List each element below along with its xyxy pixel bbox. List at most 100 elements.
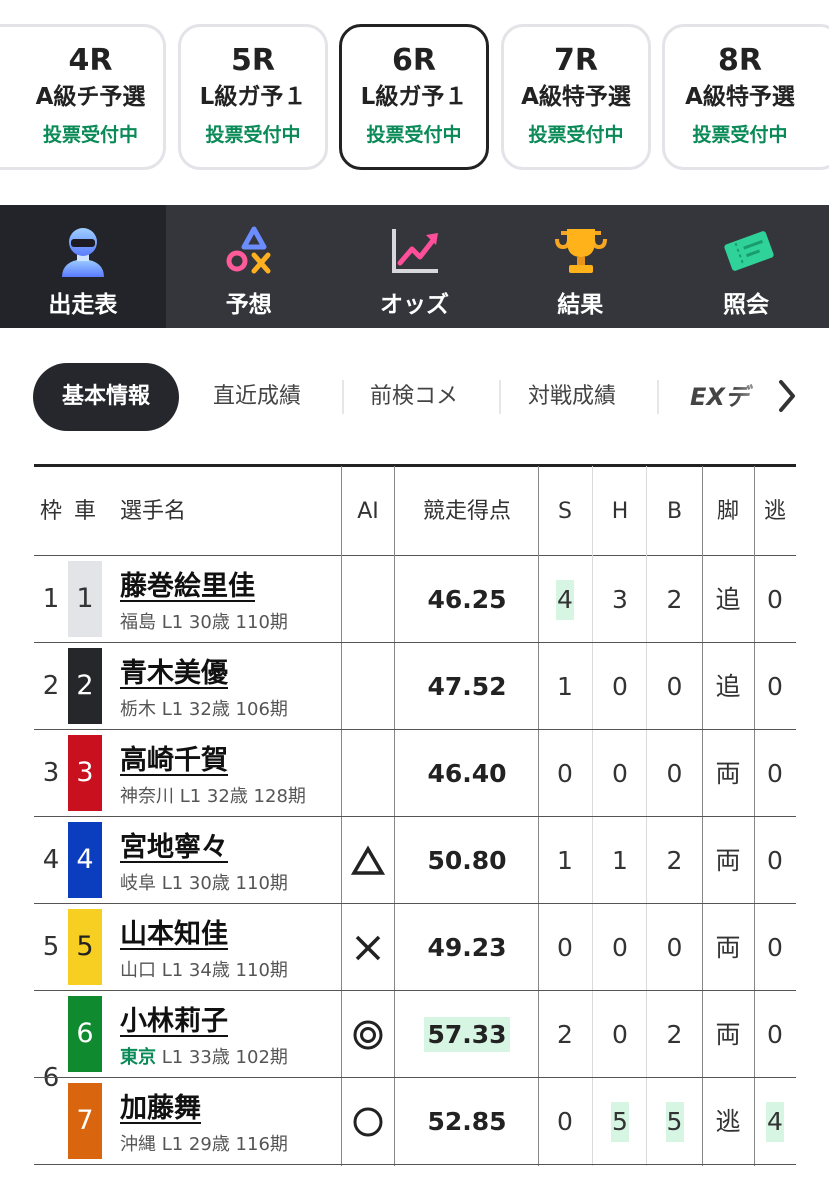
nav-entries[interactable]: 出走表 [0, 205, 166, 328]
cross-mark-icon [355, 935, 381, 960]
frame-number: 4 [42, 845, 60, 875]
racer-name-link[interactable]: 加藤舞 [120, 1086, 201, 1125]
nav-odds[interactable]: オッズ [332, 205, 498, 328]
tab-recent-results[interactable]: 直近成績 [213, 363, 301, 431]
ai-mark [342, 643, 394, 730]
race-points: 46.40 [395, 730, 539, 817]
car-number: 5 [68, 909, 102, 985]
table-row[interactable]: 7 加藤舞 沖縄 L1 29歳 116期 52.85 0 5 5 逃 4 [34, 1078, 796, 1165]
race-points: 52.85 [395, 1078, 539, 1165]
sub-tabs: 基本情報 直近成績 前検コメ 対戦成績 EXデ [0, 360, 829, 432]
table-row[interactable]: 5 5 山本知佳 山口 L1 34歳 110期 49.23 0 0 0 両 0 [34, 904, 796, 991]
stat-value: 0 [612, 1020, 628, 1049]
stat-h: 0 [593, 730, 647, 817]
ticket-icon [724, 231, 774, 271]
stat-value: 4 [766, 1102, 784, 1142]
table-row[interactable]: 1 1 藤巻絵里佳 福島 L1 30歳 110期 46.25 4 3 2 追 0 [34, 556, 796, 643]
points-value: 46.40 [427, 759, 507, 788]
table-row[interactable]: 6 小林莉子 東京 L1 33歳 102期 57.33 2 0 2 両 0 [34, 991, 796, 1078]
race-tab-4r[interactable]: 4R A級チ予選 投票受付中 [18, 24, 166, 170]
header-leg: 脚 [716, 499, 739, 524]
stat-s: 4 [538, 556, 592, 643]
stat-b: 5 [647, 1078, 702, 1165]
stat-value: 0 [557, 1107, 573, 1136]
car-number: 1 [68, 561, 102, 637]
race-points: 49.23 [395, 904, 539, 991]
stat-escape: 0 [754, 904, 796, 991]
nav-inquiry[interactable]: 照会 [663, 205, 829, 328]
stat-s: 0 [538, 904, 592, 991]
race-points: 50.80 [395, 817, 539, 904]
stat-value: 両 [715, 759, 741, 788]
racer-name-link[interactable]: 山本知佳 [120, 912, 228, 951]
race-tab-8r[interactable]: 8R A級特予選 投票受付中 [662, 24, 829, 170]
frame-number: 3 [42, 758, 60, 788]
double-circle-mark-icon [353, 1020, 383, 1049]
race-class: A級特予選 [685, 84, 795, 110]
racer-detail: L1 33歳 102期 [161, 1047, 288, 1068]
circle-mark-icon [353, 1107, 383, 1136]
stat-value: 逃 [715, 1107, 741, 1136]
racer-prefecture: 栃木 [120, 699, 156, 720]
race-tab-6r[interactable]: 6R L級ガ予１ 投票受付中 [339, 24, 489, 170]
racer-info: 東京 L1 33歳 102期 [120, 1043, 288, 1069]
stat-value: 2 [666, 1020, 683, 1049]
nav-results[interactable]: 結果 [497, 205, 663, 328]
stat-b: 2 [647, 991, 702, 1078]
stat-value: 4 [556, 580, 574, 620]
stat-value: 0 [767, 672, 783, 701]
race-class: L級ガ予１ [360, 84, 468, 110]
racer-prefecture: 山口 [120, 960, 156, 981]
nav-label: 予想 [225, 292, 272, 318]
race-points: 46.25 [395, 556, 539, 643]
racer-name-link[interactable]: 高崎千賀 [120, 738, 228, 777]
stat-leg: 両 [702, 730, 754, 817]
stat-h: 5 [593, 1078, 647, 1165]
stat-leg: 両 [702, 817, 754, 904]
stat-s: 2 [538, 991, 592, 1078]
race-tab-7r[interactable]: 7R A級特予選 投票受付中 [501, 24, 651, 170]
header-car: 車 [73, 499, 96, 524]
racer-info: 神奈川 L1 32歳 128期 [120, 782, 306, 808]
stat-s: 0 [538, 1078, 592, 1165]
table-row[interactable]: 3 3 高崎千賀 神奈川 L1 32歳 128期 46.40 0 0 0 両 0 [34, 730, 796, 817]
car-number: 3 [68, 735, 102, 811]
racer-detail: L1 34歳 110期 [161, 960, 288, 981]
main-nav: 出走表 予想 オッズ 結果 照会 [0, 205, 829, 328]
racer-name-link[interactable]: 小林莉子 [120, 999, 228, 1038]
racer-prefecture: 福島 [120, 612, 156, 633]
racer-name-link[interactable]: 青木美優 [120, 651, 228, 690]
tab-pre-inspection-comment[interactable]: 前検コメ [370, 363, 458, 431]
ai-mark [342, 904, 394, 991]
points-value: 49.23 [427, 933, 507, 962]
race-number: 5R [231, 43, 275, 78]
nav-label: 照会 [723, 292, 770, 318]
tab-divider [499, 380, 501, 414]
racer-prefecture: 沖縄 [120, 1134, 156, 1155]
racer-prefecture: 神奈川 [120, 786, 174, 807]
stat-leg: 追 [702, 643, 754, 730]
racer-name-link[interactable]: 藤巻絵里佳 [120, 564, 255, 603]
stat-escape: 0 [754, 817, 796, 904]
table-row[interactable]: 2 2 青木美優 栃木 L1 32歳 106期 47.52 1 0 0 追 0 [34, 643, 796, 730]
race-tab-5r[interactable]: 5R L級ガ予１ 投票受付中 [178, 24, 328, 170]
race-points: 47.52 [395, 643, 539, 730]
racer-prefecture: 東京 [120, 1047, 156, 1068]
tab-basic-info[interactable]: 基本情報 [33, 363, 179, 431]
header-b: B [666, 499, 683, 524]
stat-value: 1 [557, 846, 573, 875]
racer-detail: L1 30歳 110期 [161, 612, 288, 633]
stat-leg: 両 [702, 991, 754, 1078]
entry-table: 枠 車 選手名 AI 競走得点 S H B 脚 逃 1 1 藤巻絵里佳 福島 L… [34, 466, 796, 1166]
race-status: 投票受付中 [42, 124, 138, 146]
frame-number: 5 [42, 932, 60, 962]
nav-prediction[interactable]: 予想 [166, 205, 332, 328]
table-row[interactable]: 4 4 宮地寧々 岐阜 L1 30歳 110期 50.80 1 1 2 両 0 [34, 817, 796, 904]
stat-value: 追 [715, 585, 741, 614]
stat-value: 2 [666, 846, 683, 875]
racer-detail: L1 32歳 106期 [161, 699, 288, 720]
chevron-right-icon[interactable] [776, 378, 798, 414]
stat-value: 2 [557, 1020, 573, 1049]
tab-head-to-head[interactable]: 対戦成績 [528, 363, 616, 431]
racer-name-link[interactable]: 宮地寧々 [120, 825, 228, 864]
